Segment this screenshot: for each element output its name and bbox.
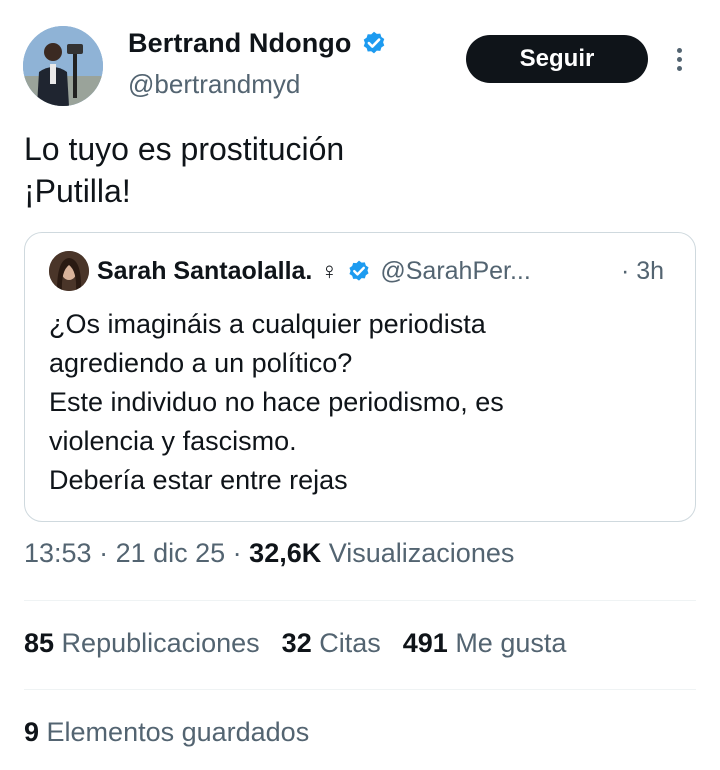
- quoted-text: ¿Os imagináis a cualquier periodista agr…: [49, 305, 504, 500]
- quoted-header: Sarah Santaolalla. ♀ @SarahPer...: [97, 257, 531, 286]
- author-name[interactable]: Bertrand Ndongo: [128, 28, 352, 59]
- quoted-line: Debería estar entre rejas: [49, 465, 348, 495]
- quoted-line: violencia y fascismo.: [49, 426, 297, 456]
- likes-label: Me gusta: [447, 628, 567, 658]
- quotes-stat[interactable]: 32 Citas: [282, 628, 381, 659]
- quotes-count: 32: [281, 628, 312, 658]
- likes-stat[interactable]: 491 Me gusta: [403, 628, 567, 659]
- tweet-line: ¡Putilla!: [24, 173, 131, 209]
- author-handle[interactable]: @bertrandmyd: [128, 69, 300, 100]
- verified-badge-icon: [363, 31, 384, 53]
- tweet-meta: 13:53 · 21 dic 25 · 32,6K Visualizacione…: [24, 538, 514, 569]
- quoted-tweet[interactable]: Sarah Santaolalla. ♀ @SarahPer... · 3h ¿…: [24, 232, 696, 522]
- tweet-time[interactable]: 13:53: [24, 538, 92, 568]
- divider: [24, 600, 696, 601]
- reposts-label: Republicaciones: [54, 628, 260, 658]
- meta-separator: ·: [225, 538, 250, 568]
- tweet-stats: 85 Republicaciones 32 Citas 491 Me gusta: [24, 628, 588, 659]
- quoted-author-avatar[interactable]: [49, 251, 89, 291]
- quoted-line: agrediendo a un político?: [49, 348, 353, 378]
- tweet-text: Lo tuyo es prostitución ¡Putilla!: [24, 128, 344, 212]
- quotes-label: Citas: [311, 628, 381, 658]
- quoted-line: ¿Os imagináis a cualquier periodista: [49, 309, 486, 339]
- author-avatar[interactable]: [23, 26, 103, 106]
- tweet-header: Bertrand Ndongo @bertrandmyd Seguir: [0, 0, 720, 120]
- verified-badge-icon: [349, 260, 369, 281]
- quoted-line: Este individuo no hace periodismo, es: [49, 387, 504, 417]
- meta-separator: ·: [91, 538, 116, 568]
- views-count: 32,6K: [249, 538, 322, 568]
- quoted-author-handle[interactable]: @SarahPer...: [380, 257, 530, 286]
- quoted-timestamp[interactable]: · 3h: [621, 257, 664, 286]
- bookmarks-stat[interactable]: 9 Elementos guardados: [24, 717, 309, 748]
- divider: [24, 689, 696, 690]
- reposts-stat[interactable]: 85 Republicaciones: [24, 628, 260, 659]
- quoted-author-name[interactable]: Sarah Santaolalla.: [97, 257, 312, 286]
- bookmarks-label: Elementos guardados: [39, 717, 310, 747]
- more-vertical-icon[interactable]: [670, 44, 690, 74]
- follow-button[interactable]: Seguir: [466, 35, 648, 83]
- tweet-date[interactable]: 21 dic 25: [116, 538, 226, 568]
- tweet-line: Lo tuyo es prostitución: [24, 131, 345, 167]
- views-label: Visualizaciones: [321, 538, 515, 568]
- reposts-count: 85: [24, 628, 55, 658]
- quoted-author-symbol: ♀: [320, 257, 339, 285]
- author-name-row: Bertrand Ndongo: [128, 28, 388, 59]
- likes-count: 491: [402, 628, 448, 658]
- bookmarks-count: 9: [24, 717, 40, 747]
